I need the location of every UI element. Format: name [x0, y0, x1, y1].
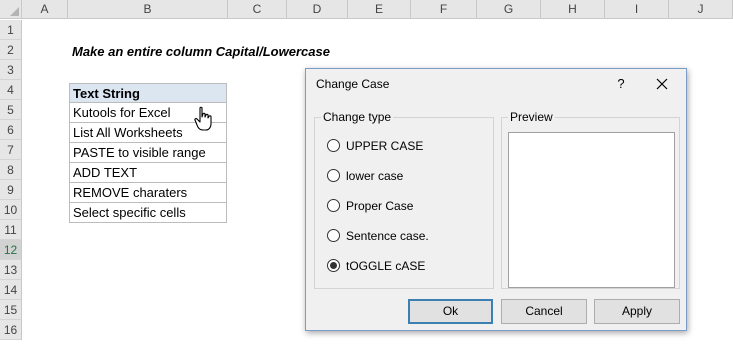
column-header-h[interactable]: H: [541, 0, 605, 19]
option-label: UPPER CASE: [346, 139, 424, 153]
row-header-3[interactable]: 3: [0, 60, 22, 80]
row-header-6[interactable]: 6: [0, 120, 22, 140]
sheet-heading[interactable]: Make an entire column Capital/Lowercase: [72, 42, 330, 62]
option-label: Sentence case.: [346, 229, 429, 243]
column-header-d[interactable]: D: [287, 0, 348, 19]
row-header-1[interactable]: 1: [0, 20, 22, 40]
row-header-15[interactable]: 15: [0, 300, 22, 320]
close-icon: [656, 78, 668, 90]
preview-group: Preview: [501, 110, 680, 289]
column-header-c[interactable]: C: [228, 0, 287, 19]
column-header-j[interactable]: J: [669, 0, 733, 19]
radio-button-selected[interactable]: [327, 259, 340, 272]
preview-box: [508, 132, 675, 288]
select-all-corner[interactable]: [0, 0, 22, 19]
row-header-13[interactable]: 13: [0, 260, 22, 280]
column-header-e[interactable]: E: [348, 0, 411, 19]
radio-button[interactable]: [327, 139, 340, 152]
column-header-g[interactable]: G: [477, 0, 541, 19]
table-cell[interactable]: Select specific cells: [69, 203, 227, 223]
table-cell[interactable]: PASTE to visible range: [69, 143, 227, 163]
close-button[interactable]: [646, 72, 678, 96]
ok-button[interactable]: Ok: [408, 299, 493, 324]
table-cell[interactable]: ADD TEXT: [69, 163, 227, 183]
row-header-4[interactable]: 4: [0, 80, 22, 100]
help-button[interactable]: ?: [608, 72, 634, 96]
column-header-b[interactable]: B: [68, 0, 228, 19]
row-header-14[interactable]: 14: [0, 280, 22, 300]
option-label: lower case: [346, 169, 404, 183]
change-type-label: Change type: [321, 110, 394, 124]
radio-button[interactable]: [327, 169, 340, 182]
preview-label: Preview: [508, 110, 555, 124]
cancel-button[interactable]: Cancel: [501, 299, 587, 324]
row-header-7[interactable]: 7: [0, 140, 22, 160]
row-header-2[interactable]: 2: [0, 40, 22, 60]
radio-button[interactable]: [327, 229, 340, 242]
select-all-triangle-icon: [10, 7, 19, 16]
radio-button[interactable]: [327, 199, 340, 212]
row-header-9[interactable]: 9: [0, 180, 22, 200]
change-case-dialog: Change Case ? Change type UPPER CASE low…: [305, 68, 687, 331]
table-header-cell[interactable]: Text String: [69, 83, 227, 103]
dialog-title: Change Case: [316, 77, 390, 91]
column-header-i[interactable]: I: [605, 0, 669, 19]
row-header-11[interactable]: 11: [0, 220, 22, 240]
row-header-8[interactable]: 8: [0, 160, 22, 180]
row-header-5[interactable]: 5: [0, 100, 22, 120]
column-header-a[interactable]: A: [22, 0, 68, 19]
column-header-f[interactable]: F: [411, 0, 477, 19]
change-type-group: Change type UPPER CASE lower case Proper…: [314, 110, 494, 289]
row-header-12[interactable]: 12: [0, 240, 22, 260]
hand-pointer-cursor-icon: [194, 106, 212, 131]
option-label: Proper Case: [346, 199, 414, 213]
option-label: tOGGLE cASE: [346, 259, 426, 273]
table-cell[interactable]: REMOVE charaters: [69, 183, 227, 203]
row-header-10[interactable]: 10: [0, 200, 22, 220]
apply-button[interactable]: Apply: [594, 299, 680, 324]
row-header-16[interactable]: 16: [0, 320, 22, 340]
